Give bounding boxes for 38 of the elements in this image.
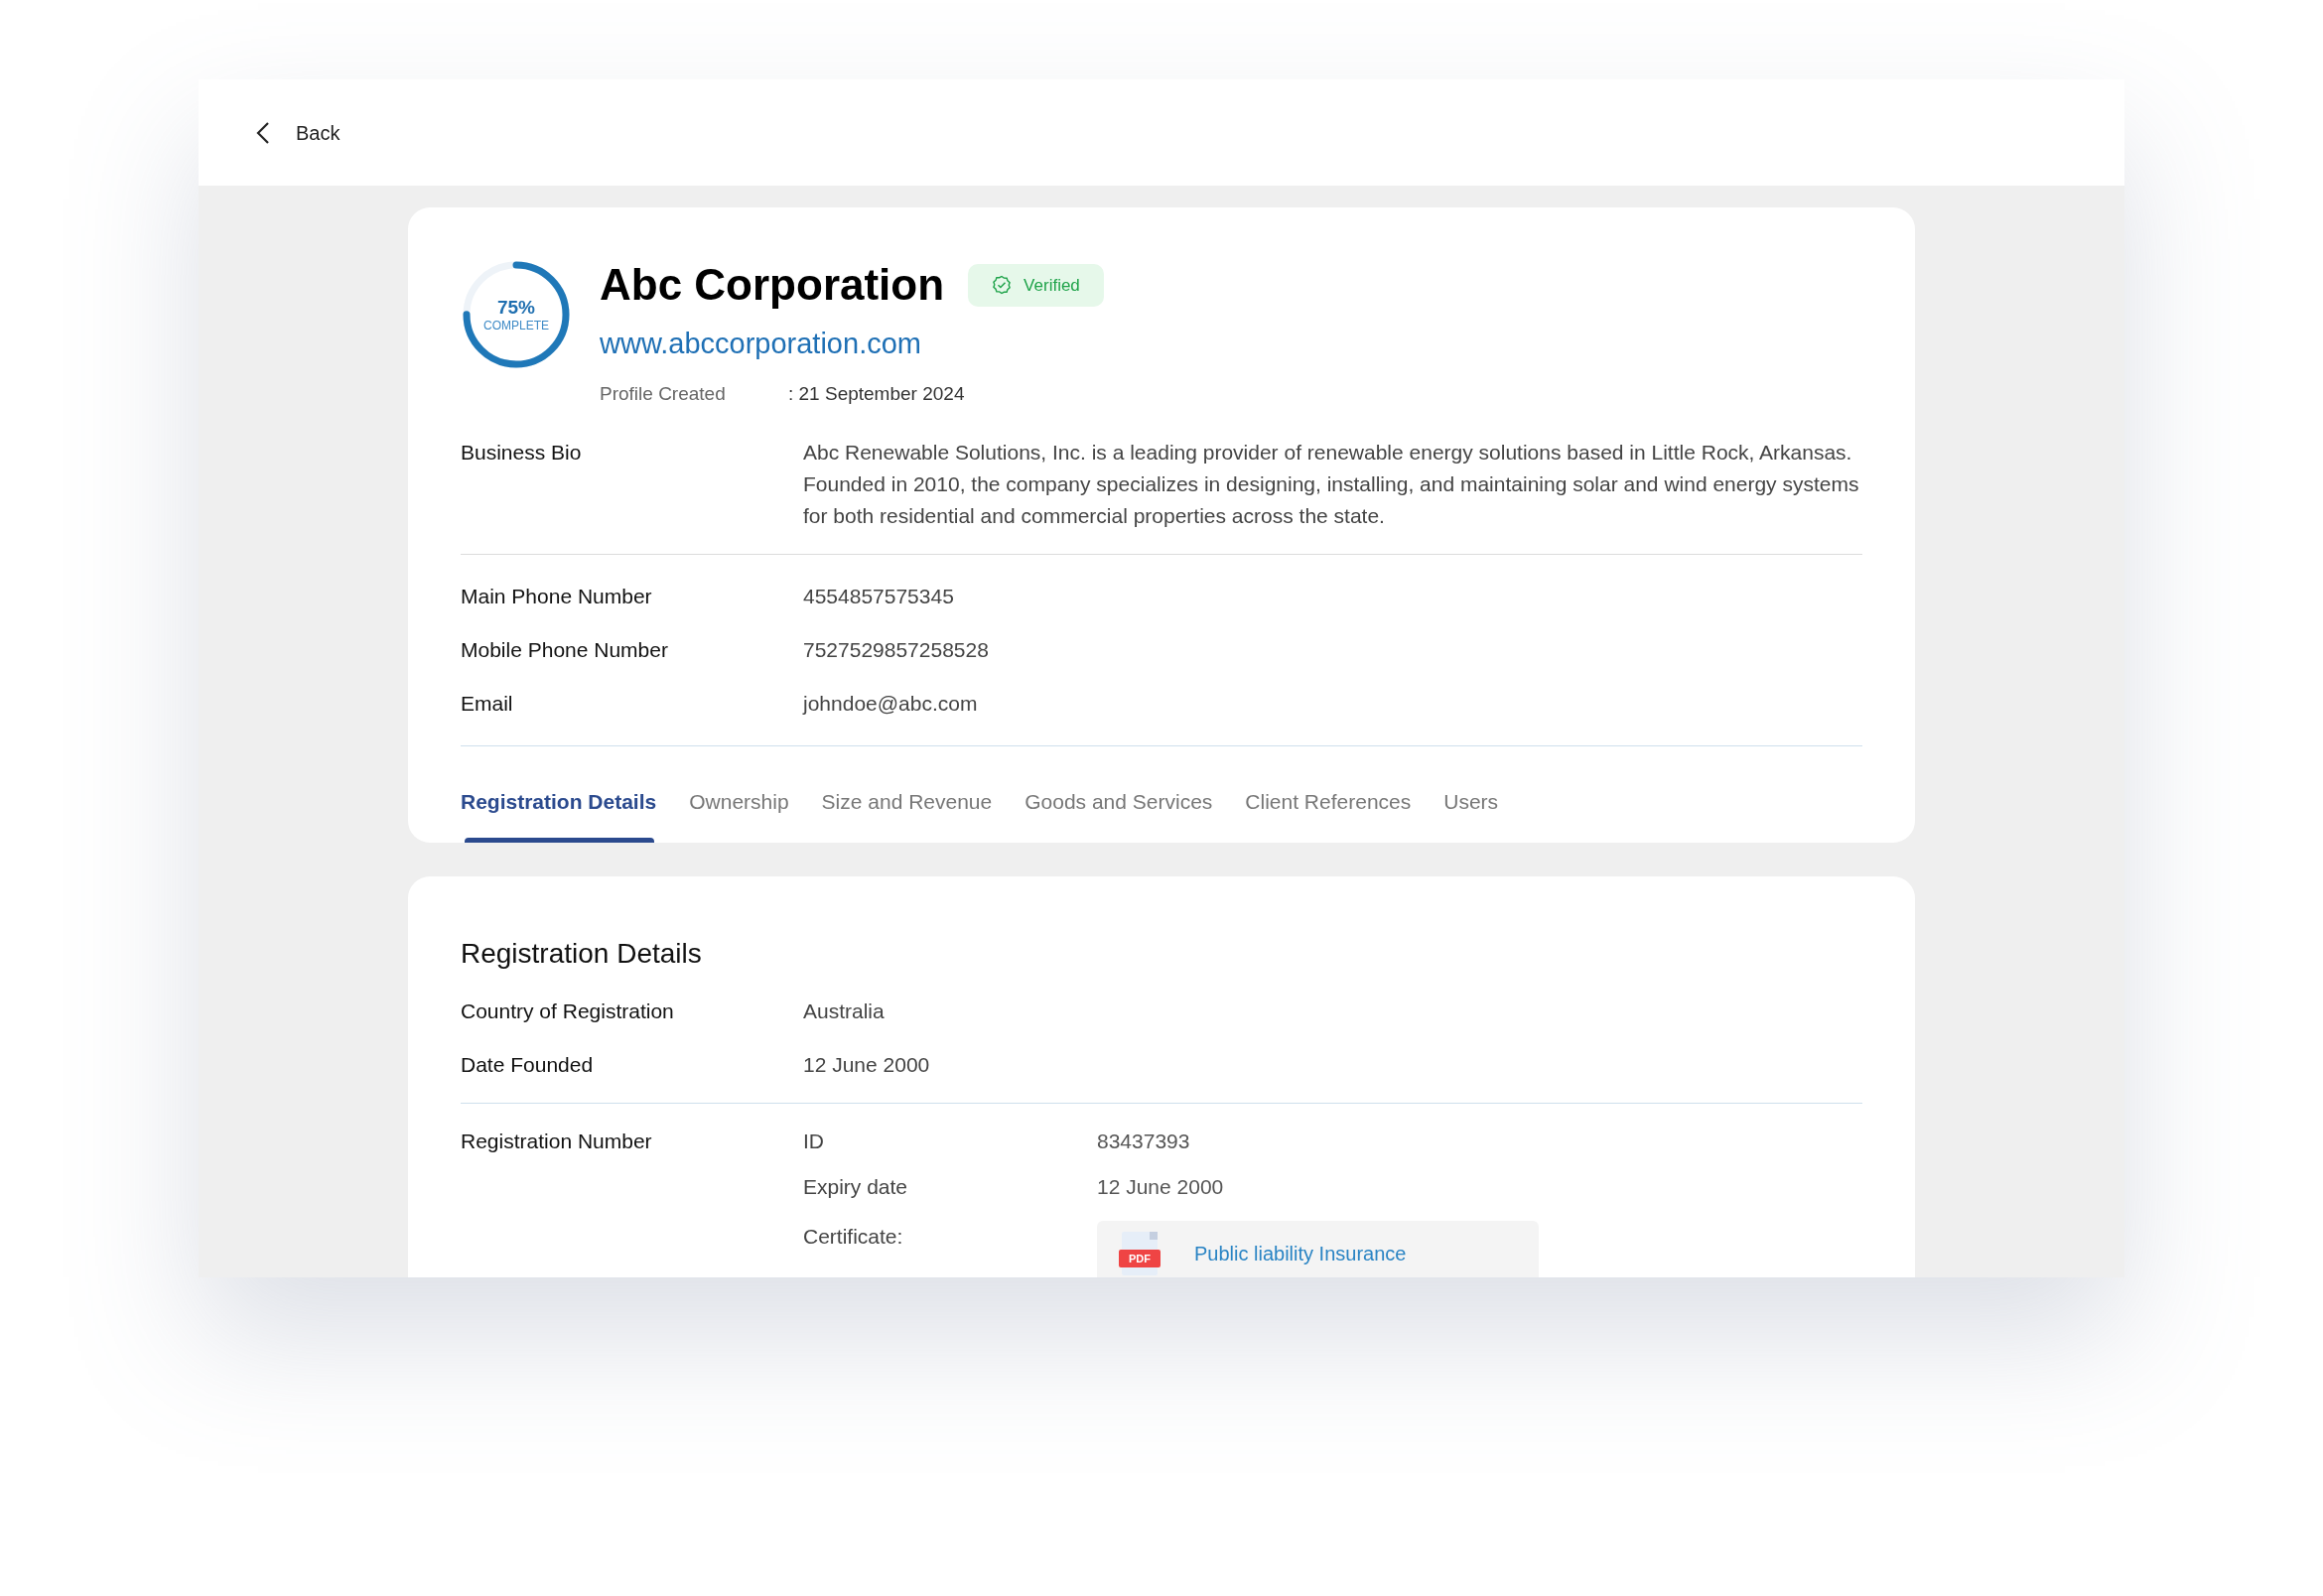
field-value: 7527529857258528: [803, 637, 989, 663]
field-label: Email: [461, 691, 514, 717]
tab[interactable]: Goods and Services: [1025, 788, 1213, 843]
pdf-file-icon: PDF: [1119, 1232, 1161, 1275]
section-title: Registration Details: [461, 937, 703, 971]
tab[interactable]: Users: [1443, 788, 1499, 843]
company-name: Abc Corporation: [600, 259, 945, 311]
field-label: Registration Number: [461, 1129, 653, 1154]
website-link[interactable]: www.abccorporation.com: [600, 325, 1104, 363]
profile-created-date: : 21 September 2024: [788, 382, 965, 407]
field-label: Date Founded: [461, 1052, 595, 1078]
tab[interactable]: Client References: [1245, 788, 1412, 843]
field-label: Certificate:: [803, 1224, 904, 1250]
completion-percent: 75%: [497, 295, 535, 320]
completion-label: COMPLETE: [483, 319, 549, 334]
check-badge-icon: [992, 275, 1013, 296]
field-value: 12 June 2000: [1097, 1174, 1224, 1200]
tab[interactable]: Registration Details: [461, 788, 657, 843]
field-label: Expiry date: [803, 1174, 909, 1200]
field-label: Main Phone Number: [461, 584, 653, 609]
field-value: 4554857575345: [803, 584, 954, 609]
field-label: Country of Registration: [461, 998, 675, 1024]
field-value: Australia: [803, 998, 885, 1024]
field-value: 83437393: [1097, 1129, 1190, 1154]
profile-created-label: Profile Created: [600, 382, 727, 407]
back-chevron-icon: [256, 120, 270, 145]
tab[interactable]: Size and Revenue: [821, 788, 993, 843]
back-button[interactable]: Back: [256, 117, 341, 148]
field-label: Mobile Phone Number: [461, 637, 669, 663]
field-value: johndoe@abc.com: [803, 691, 978, 717]
tab[interactable]: Ownership: [689, 788, 789, 843]
field-label: Business Bio: [461, 440, 583, 466]
field-label: ID: [803, 1129, 825, 1154]
business-bio-text: Abc Renewable Solutions, Inc. is a leading provider of renewable energy solutions based in Little Rock, Arkansas. Founded in 2010, the company specializes in designing, installing, and maintaining solar and wind energy systems for both residential and commercial properties across the state.: [803, 440, 1860, 529]
certificate-file[interactable]: PDF Public liability Insurance: [1097, 1221, 1539, 1277]
certificate-name: Public liability Insurance: [1194, 1242, 1407, 1266]
field-value: 12 June 2000: [803, 1052, 930, 1078]
verified-badge: Verified: [968, 263, 1104, 307]
